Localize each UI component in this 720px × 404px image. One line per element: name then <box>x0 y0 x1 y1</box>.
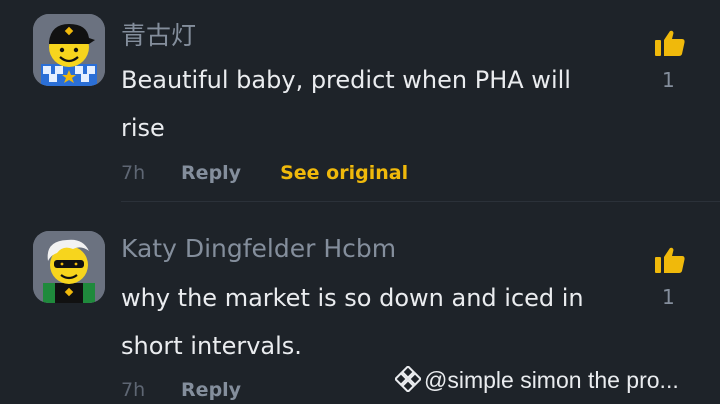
timestamp: 7h <box>121 162 146 184</box>
comment-text: Beautiful baby, predict when PHA will ri… <box>121 66 571 142</box>
comment-text: why the market is so down and iced in sh… <box>121 284 584 360</box>
like-button[interactable] <box>654 246 686 274</box>
watermark-text: @simple simon the pro... <box>424 367 679 393</box>
thumbs-up-icon <box>655 30 685 56</box>
avatar[interactable] <box>33 14 105 86</box>
comment-meta: 7h Reply See original <box>121 162 408 184</box>
see-original-button[interactable]: See original <box>280 162 408 184</box>
like-button[interactable] <box>654 29 686 57</box>
reply-button[interactable]: Reply <box>181 162 241 184</box>
like-count: 1 <box>662 68 675 92</box>
comment-meta: 7h Reply <box>121 379 274 401</box>
reply-button[interactable]: Reply <box>181 379 241 401</box>
binance-diamond-icon <box>393 364 423 398</box>
divider <box>121 201 720 202</box>
avatar[interactable] <box>33 231 105 303</box>
timestamp: 7h <box>121 379 146 401</box>
watermark: @simple simon the pro... <box>393 364 679 398</box>
username[interactable]: 青古灯 <box>121 16 196 52</box>
username[interactable]: Katy Dingfelder Hcbm <box>121 234 396 263</box>
thumbs-up-icon <box>655 247 685 273</box>
like-count: 1 <box>662 285 675 309</box>
